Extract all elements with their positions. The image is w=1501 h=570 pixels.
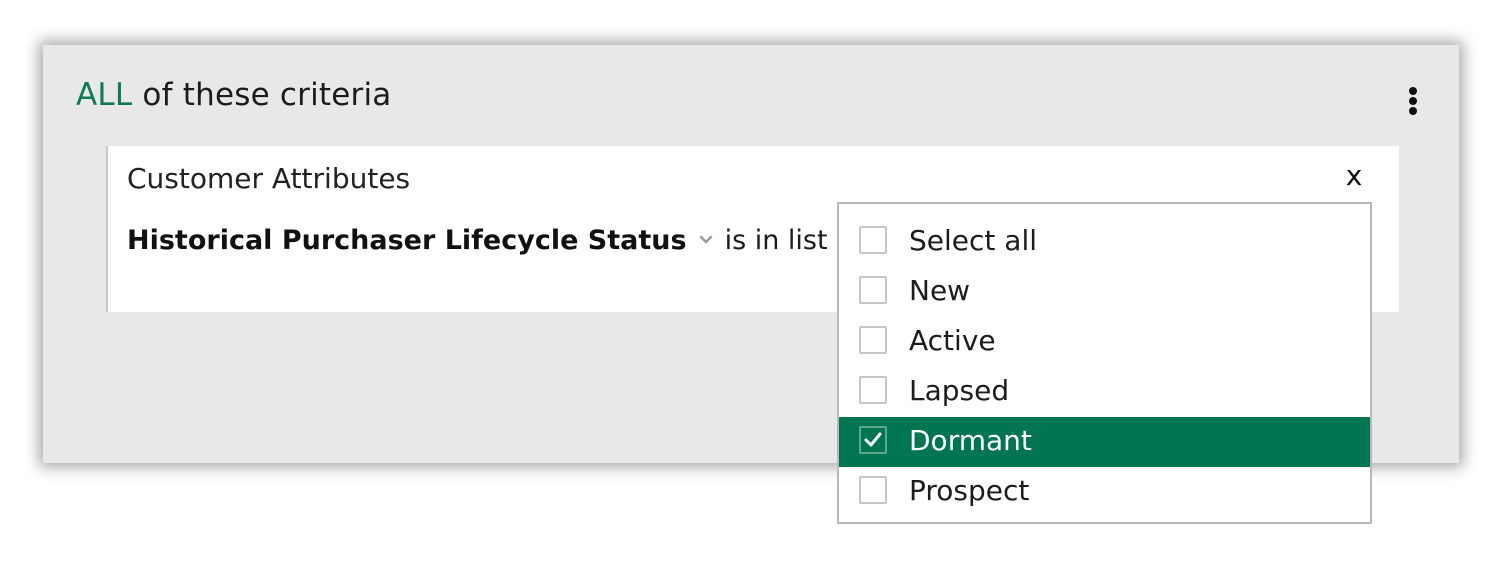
option-select-all[interactable]: Select all	[839, 217, 1370, 267]
checkbox-icon[interactable]	[859, 226, 887, 254]
criteria-group-title: ALL of these criteria	[76, 77, 391, 113]
option-label: New	[909, 274, 971, 307]
attribute-selector[interactable]: Historical Purchaser Lifecycle Status	[127, 225, 687, 256]
condition-row: Historical Purchaser Lifecycle Status is…	[127, 222, 828, 258]
checkbox-checked-icon[interactable]	[859, 426, 887, 454]
option-label: Active	[909, 324, 996, 357]
option-new[interactable]: New	[839, 267, 1370, 317]
operator-label: is in list	[724, 224, 828, 256]
card-title: Customer Attributes	[127, 162, 411, 195]
criteria-quantifier[interactable]: ALL	[76, 77, 132, 113]
chevron-down-icon[interactable]	[697, 231, 715, 249]
option-dormant[interactable]: Dormant	[839, 417, 1370, 467]
kebab-menu-icon[interactable]	[1401, 85, 1425, 117]
checkbox-icon[interactable]	[859, 376, 887, 404]
checkbox-icon[interactable]	[859, 276, 887, 304]
option-prospect[interactable]: Prospect	[839, 467, 1370, 517]
value-list-dropdown: Select all New Active Lapsed Dormant Pro…	[837, 202, 1372, 524]
checkbox-icon[interactable]	[859, 476, 887, 504]
option-label: Select all	[909, 224, 1037, 257]
option-label: Dormant	[909, 424, 1032, 457]
option-label: Prospect	[909, 474, 1030, 507]
checkmark-icon	[864, 432, 882, 447]
option-active[interactable]: Active	[839, 317, 1370, 367]
option-label: Lapsed	[909, 374, 1010, 407]
checkbox-icon[interactable]	[859, 326, 887, 354]
option-lapsed[interactable]: Lapsed	[839, 367, 1370, 417]
criteria-title-text: of these criteria	[132, 77, 392, 113]
close-button[interactable]: x	[1340, 160, 1368, 192]
